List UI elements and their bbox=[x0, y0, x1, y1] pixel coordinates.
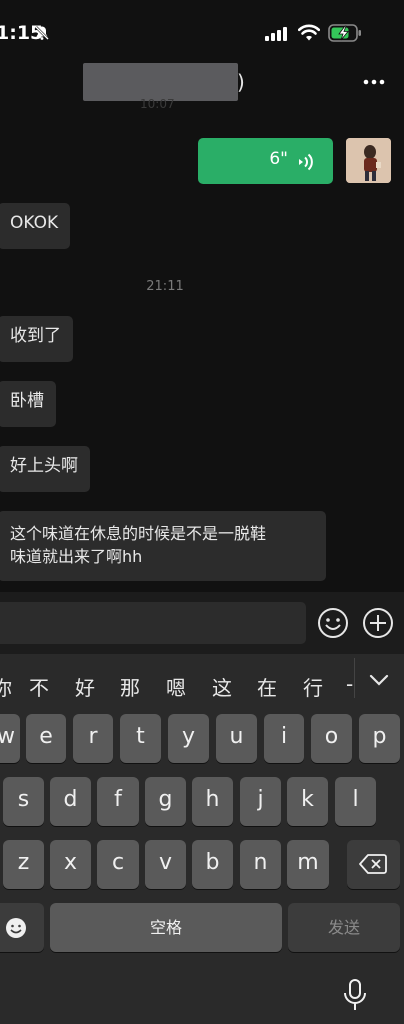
message-text-line: 这个味道在休息的时候是不是一脱鞋 bbox=[10, 524, 267, 543]
key-u[interactable]: u bbox=[216, 714, 257, 763]
wifi-icon bbox=[298, 24, 320, 41]
message-text-line: 味道就出来了啊hh bbox=[10, 547, 143, 566]
chat-header-timestamp: 10:07 bbox=[140, 97, 175, 111]
key-n[interactable]: n bbox=[240, 840, 281, 889]
battery-charging-icon bbox=[328, 24, 361, 42]
message-text: 卧槽 bbox=[10, 391, 44, 411]
key-b[interactable]: b bbox=[192, 840, 233, 889]
voice-wave-icon bbox=[299, 153, 313, 171]
candidate-word[interactable]: 好 bbox=[75, 672, 95, 701]
message-input[interactable] bbox=[0, 602, 306, 644]
key-g[interactable]: g bbox=[145, 777, 186, 826]
emoji-icon bbox=[6, 918, 26, 938]
candidate-bar: 你 不 好 那 嗯 这 在 行 - bbox=[0, 654, 404, 704]
avatar-illustration bbox=[346, 138, 391, 183]
key-p[interactable]: p bbox=[359, 714, 400, 763]
keyboard: 你 不 好 那 嗯 这 在 行 - w e r t y u i o p s d … bbox=[0, 654, 404, 1024]
backspace-icon bbox=[359, 854, 387, 874]
message-bubble: 卧槽 bbox=[0, 381, 56, 427]
chat-title-suffix: ) bbox=[237, 70, 245, 94]
candidate-word[interactable]: 在 bbox=[257, 672, 277, 701]
candidate-word[interactable]: 这 bbox=[212, 672, 232, 701]
candidate-word[interactable]: 行 bbox=[303, 672, 323, 701]
chat-title-redacted bbox=[83, 63, 238, 101]
candidate-word[interactable]: 那 bbox=[120, 672, 140, 701]
key-t[interactable]: t bbox=[120, 714, 161, 763]
message-text: 收到了 bbox=[10, 326, 61, 346]
message-bubble: 这个味道在休息的时候是不是一脱鞋 味道就出来了啊hh bbox=[0, 511, 326, 581]
key-z[interactable]: z bbox=[3, 840, 44, 889]
key-o[interactable]: o bbox=[311, 714, 352, 763]
key-l[interactable]: l bbox=[335, 777, 376, 826]
key-y[interactable]: y bbox=[168, 714, 209, 763]
candidate-word[interactable]: - bbox=[346, 672, 353, 696]
key-h[interactable]: h bbox=[192, 777, 233, 826]
microphone-icon[interactable] bbox=[342, 978, 368, 1012]
candidate-word[interactable]: 你 bbox=[0, 672, 12, 701]
key-v[interactable]: v bbox=[145, 840, 186, 889]
key-s[interactable]: s bbox=[3, 777, 44, 826]
chevron-down-icon[interactable] bbox=[366, 670, 392, 690]
key-j[interactable]: j bbox=[240, 777, 281, 826]
avatar[interactable] bbox=[346, 138, 391, 183]
key-m[interactable]: m bbox=[287, 840, 329, 889]
message-bubble: 好上头啊 bbox=[0, 446, 90, 492]
candidate-word[interactable]: 不 bbox=[29, 672, 49, 701]
key-x[interactable]: x bbox=[50, 840, 91, 889]
silent-bell-icon bbox=[35, 26, 49, 40]
voice-message-bubble[interactable]: 6" bbox=[198, 138, 333, 184]
status-bar: 1:15 bbox=[0, 0, 404, 70]
key-r[interactable]: r bbox=[73, 714, 113, 763]
candidate-divider bbox=[354, 658, 355, 698]
space-key[interactable]: 空格 bbox=[50, 903, 282, 952]
key-e[interactable]: e bbox=[26, 714, 66, 763]
send-key[interactable]: 发送 bbox=[288, 903, 400, 952]
key-f[interactable]: f bbox=[97, 777, 139, 826]
key-d[interactable]: d bbox=[50, 777, 91, 826]
add-more-button-icon[interactable] bbox=[362, 607, 394, 639]
key-w[interactable]: w bbox=[0, 714, 20, 763]
key-i[interactable]: i bbox=[264, 714, 304, 763]
key-c[interactable]: c bbox=[97, 840, 139, 889]
message-bubble: 收到了 bbox=[0, 316, 73, 362]
candidate-word[interactable]: 嗯 bbox=[166, 672, 186, 701]
more-options-icon[interactable] bbox=[362, 77, 386, 87]
key-k[interactable]: k bbox=[287, 777, 328, 826]
message-text: 好上头啊 bbox=[10, 456, 78, 476]
chat-timestamp: 21:11 bbox=[146, 279, 184, 294]
message-text: OKOK bbox=[10, 213, 59, 233]
message-bubble: OKOK bbox=[0, 203, 71, 249]
emoji-key[interactable] bbox=[0, 903, 44, 952]
emoji-button-icon[interactable] bbox=[317, 607, 349, 639]
cellular-signal-icon bbox=[265, 27, 287, 41]
backspace-key[interactable] bbox=[347, 840, 400, 889]
voice-duration: 6" bbox=[269, 149, 288, 169]
